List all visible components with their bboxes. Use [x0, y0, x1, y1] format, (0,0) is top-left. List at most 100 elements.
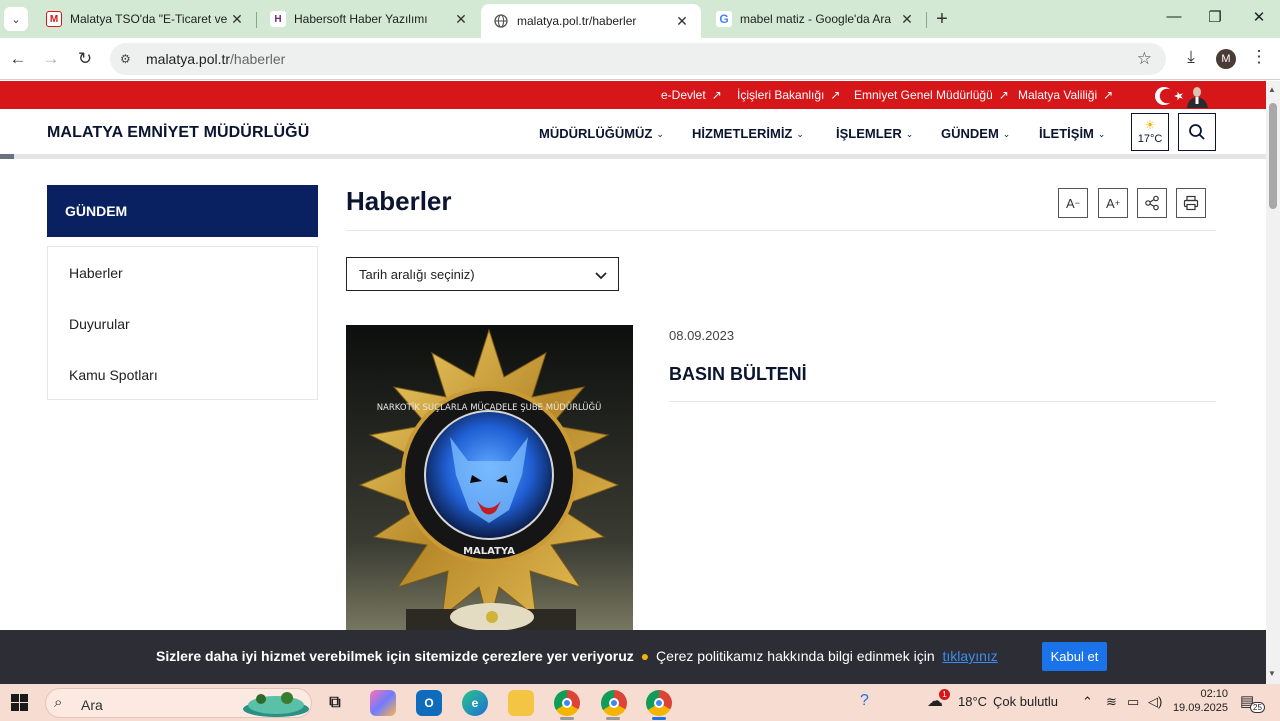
taskbar-weather-temp[interactable]: 18°C	[958, 694, 987, 709]
link-egm[interactable]: Emniyet Genel Müdürlüğü ↗	[854, 88, 1009, 102]
menu-gundem[interactable]: GÜNDEM ⌄	[941, 126, 1010, 141]
tab-malatya-tso[interactable]: M Malatya TSO'da "E-Ticaret ve Ye ✕	[34, 4, 256, 34]
browser-toolbar: ← → ↻ ⚙ malatya.pol.tr/haberler ☆ ⤓ ⋮	[0, 38, 1280, 80]
scrollbar-thumb[interactable]	[1269, 103, 1277, 209]
new-tab-button[interactable]: +	[930, 8, 954, 30]
news-title-link[interactable]: BASIN BÜLTENİ	[669, 364, 807, 385]
wifi-icon[interactable]: ≋	[1106, 694, 1117, 710]
link-label: İçişleri Bakanlığı	[737, 88, 825, 102]
notification-count: 25	[1250, 702, 1265, 713]
chrome-active-icon[interactable]	[646, 690, 672, 716]
restore-button[interactable]: ❐	[1200, 8, 1230, 26]
menu-mudurlugumuz[interactable]: MÜDÜRLÜĞÜMÜZ ⌄	[539, 126, 664, 141]
bookmark-star-icon[interactable]: ☆	[1137, 49, 1152, 69]
menu-islemler[interactable]: İŞLEMLER ⌄	[836, 126, 913, 141]
header-divider	[0, 154, 1266, 159]
chevron-down-icon: ⌄	[1097, 129, 1106, 139]
chevron-up-icon[interactable]: ⌃	[1082, 694, 1093, 710]
taskbar-search-label: Ara	[81, 697, 103, 713]
chrome-icon[interactable]	[554, 690, 580, 716]
edge-icon[interactable]: e	[462, 690, 488, 716]
help-icon[interactable]: ?	[860, 692, 869, 710]
link-e-devlet[interactable]: e-Devlet ↗	[661, 88, 722, 102]
file-explorer-icon[interactable]	[508, 690, 534, 716]
link-label: Emniyet Genel Müdürlüğü	[854, 88, 993, 102]
globe-icon	[493, 13, 509, 29]
menu-label: İLETİŞİM	[1039, 126, 1094, 141]
battery-icon[interactable]: ▭	[1127, 694, 1139, 710]
badge-city-text: MALATYA	[463, 546, 515, 557]
search-icon	[1189, 124, 1205, 140]
cookie-message: Sizlere daha iyi hizmet verebilmek için …	[156, 648, 998, 664]
profile-avatar[interactable]: M	[1216, 49, 1236, 69]
menu-iletisim[interactable]: İLETİŞİM ⌄	[1039, 126, 1105, 141]
site-title[interactable]: MALATYA EMNİYET MÜDÜRLÜĞÜ	[47, 124, 309, 142]
taskbar-search[interactable]: ⌕ Ara	[45, 688, 312, 718]
download-icon[interactable]: ⤓	[1179, 47, 1203, 67]
link-icisleri[interactable]: İçişleri Bakanlığı ↗	[737, 88, 840, 102]
back-button[interactable]: ←	[6, 47, 30, 71]
date-range-select[interactable]: Tarih aralığı seçiniz)	[346, 257, 619, 291]
date-range-value: Tarih aralığı seçiniz)	[359, 267, 475, 282]
menu-label: İŞLEMLER	[836, 126, 902, 141]
increase-font-button[interactable]: A +	[1098, 188, 1128, 218]
more-menu-icon[interactable]: ⋮	[1247, 47, 1271, 67]
link-valilik[interactable]: Malatya Valiliği ↗	[1018, 88, 1113, 102]
close-icon[interactable]: ✕	[673, 13, 691, 30]
volume-icon[interactable]: ◁)	[1148, 694, 1162, 710]
window-close-button[interactable]: ✕	[1244, 8, 1274, 26]
turkish-flag-ataturk-icon	[1155, 87, 1208, 108]
sidebar-item-duyurular[interactable]: Duyurular	[69, 316, 130, 332]
close-icon[interactable]: ✕	[898, 11, 916, 28]
taskbar-clock[interactable]: 02:10 19.09.2025	[1170, 687, 1228, 715]
minimize-button[interactable]: —	[1159, 8, 1189, 25]
scroll-down-arrow-icon[interactable]: ▼	[1268, 669, 1276, 678]
site-info-icon[interactable]: ⚙	[120, 52, 138, 66]
weather-widget[interactable]: ☀ 17°C	[1131, 113, 1169, 151]
scroll-up-arrow-icon[interactable]: ▲	[1268, 85, 1276, 94]
chevron-down-icon: ⌄	[905, 129, 914, 139]
accept-cookies-button[interactable]: Kabul et	[1042, 642, 1107, 671]
outlook-icon[interactable]: O	[416, 690, 442, 716]
title-divider	[346, 230, 1216, 231]
badge-ring-text: NARKOTİK SUÇLARLA MÜCADELE ŞUBE MÜDÜRLÜĞ…	[377, 401, 602, 413]
sidebar-item-haberler[interactable]: Haberler	[69, 265, 123, 281]
tab-divider	[256, 12, 257, 28]
printer-icon	[1183, 195, 1199, 211]
close-icon[interactable]: ✕	[452, 11, 470, 28]
menu-hizmetlerimiz[interactable]: HİZMETLERİMİZ ⌄	[692, 126, 804, 141]
app-active-indicator	[652, 717, 666, 720]
tab-malatya-pol-haberler[interactable]: malatya.pol.tr/haberler ✕	[481, 4, 701, 38]
tab-google-search[interactable]: G mabel matiz - Google'da Ara ✕	[704, 4, 926, 34]
taskbar-weather-desc[interactable]: Çok bulutlu	[993, 694, 1058, 709]
site-search-button[interactable]	[1178, 113, 1216, 151]
chevron-down-icon: ⌄	[656, 129, 664, 139]
tab-search-button[interactable]: ⌄	[4, 7, 28, 31]
task-view-icon[interactable]: ⧉	[322, 690, 348, 716]
cookie-policy-link[interactable]: tıklayınız	[943, 648, 998, 664]
print-button[interactable]	[1176, 188, 1206, 218]
tab-habersoft[interactable]: H Habersoft Haber Yazılımı ✕	[258, 4, 480, 34]
app-running-indicator	[560, 717, 574, 720]
site-top-links-bar: e-Devlet ↗ İçişleri Bakanlığı ↗ Emniyet Ge…	[0, 81, 1266, 109]
chrome-profile-icon[interactable]	[601, 690, 627, 716]
plus-mark: +	[1114, 198, 1120, 208]
address-bar[interactable]: ⚙ malatya.pol.tr/haberler ☆	[110, 43, 1166, 75]
header-divider-accent	[0, 154, 14, 159]
share-button[interactable]	[1137, 188, 1167, 218]
cookie-icon: ●	[640, 648, 650, 664]
news-image[interactable]: NARKOTİK SUÇLARLA MÜCADELE ŞUBE MÜDÜRLÜĞ…	[346, 325, 633, 635]
forward-button[interactable]: →	[39, 47, 63, 71]
notification-center[interactable]: ▤ 25	[1240, 692, 1265, 714]
clock-time: 02:10	[1200, 688, 1228, 700]
decrease-font-button[interactable]: A −	[1058, 188, 1088, 218]
reload-button[interactable]: ↻	[73, 47, 97, 71]
sidebar-item-kamu-spotlari[interactable]: Kamu Spotları	[69, 367, 158, 383]
windows-start-icon[interactable]	[11, 694, 28, 711]
weather-alert-badge: 1	[939, 689, 950, 700]
close-icon[interactable]: ✕	[228, 11, 246, 28]
copilot-icon[interactable]	[370, 690, 396, 716]
external-link-icon: ↗	[830, 88, 841, 102]
tab-title: malatya.pol.tr/haberler	[517, 14, 637, 28]
link-label: e-Devlet	[661, 88, 706, 102]
